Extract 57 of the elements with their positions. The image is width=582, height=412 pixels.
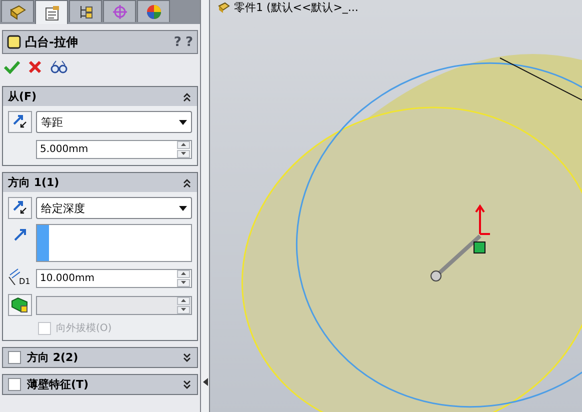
part-icon — [218, 2, 230, 14]
draft-angle-field[interactable] — [36, 296, 192, 314]
collapse-chevron-icon[interactable] — [182, 178, 192, 188]
flip-direction-icon[interactable] — [12, 114, 28, 130]
checkbox-label: 向外拔模(O) — [56, 322, 112, 335]
section-header[interactable]: 从(F) — [3, 87, 197, 106]
expand-chevron-icon[interactable] — [182, 352, 192, 362]
cancel-icon[interactable] — [28, 60, 42, 74]
depth-field[interactable]: 10.000mm — [36, 268, 192, 288]
caret-icon — [179, 120, 187, 124]
feature-title: 凸台-拉伸 — [25, 34, 79, 50]
spin-up-icon[interactable] — [181, 272, 186, 275]
ok-check-icon[interactable] — [4, 60, 20, 74]
section-title: 从(F) — [8, 89, 38, 104]
section-header[interactable]: 薄壁特征(T) — [3, 375, 197, 394]
part-icon — [8, 4, 26, 20]
collapse-arrow-icon[interactable] — [202, 378, 208, 386]
checkbox[interactable] — [8, 351, 21, 364]
panel-tab[interactable] — [35, 0, 68, 24]
help-icon[interactable]: ? — [185, 34, 193, 50]
expand-chevron-icon[interactable] — [182, 380, 192, 390]
draft-button[interactable] — [8, 294, 32, 316]
section-header[interactable]: 方向 1(1) — [3, 173, 197, 192]
flip-direction-icon[interactable] — [12, 200, 28, 216]
spin-down-icon[interactable] — [181, 308, 186, 311]
section-header[interactable]: 方向 2(2) — [3, 348, 197, 367]
direction-selection-list[interactable] — [36, 224, 192, 262]
feature-tree-label[interactable]: 零件1 (默认<<默认>_... — [234, 0, 358, 15]
offset-field[interactable]: 5.000mm — [36, 140, 192, 158]
direction-arrow-icon — [13, 228, 27, 242]
section-title: 方向 2(2) — [27, 350, 80, 365]
checkbox[interactable] — [8, 378, 21, 391]
property-sheet-icon — [44, 4, 60, 20]
preview-glasses-icon[interactable] — [50, 60, 68, 74]
dimension-label: D1 — [19, 277, 30, 286]
draft-icon — [11, 297, 29, 313]
caret-icon — [179, 206, 187, 210]
start-condition-dropdown[interactable]: 等距 — [36, 111, 192, 133]
tree-icon — [78, 4, 94, 20]
spin-down-icon[interactable] — [181, 281, 186, 284]
color-ball-icon — [146, 4, 162, 20]
depth-dimension-icon — [8, 267, 20, 285]
panel-tab[interactable] — [137, 0, 170, 22]
collapse-chevron-icon[interactable] — [182, 92, 192, 102]
spin-down-icon[interactable] — [181, 152, 186, 155]
direction-button[interactable] — [8, 111, 32, 133]
crosshair-icon — [112, 4, 128, 20]
end-condition-dropdown[interactable]: 给定深度 — [36, 197, 192, 219]
section-title: 方向 1(1) — [8, 175, 60, 190]
spin-up-icon[interactable] — [181, 143, 186, 146]
help-icon[interactable]: ? — [174, 34, 182, 50]
spin-up-icon[interactable] — [181, 299, 186, 302]
cube-icon — [7, 34, 21, 50]
panel-tab[interactable] — [69, 0, 102, 22]
section-title: 薄壁特征(T) — [27, 377, 90, 392]
reverse-direction-button[interactable] — [8, 197, 32, 219]
panel-tab[interactable] — [1, 0, 34, 22]
